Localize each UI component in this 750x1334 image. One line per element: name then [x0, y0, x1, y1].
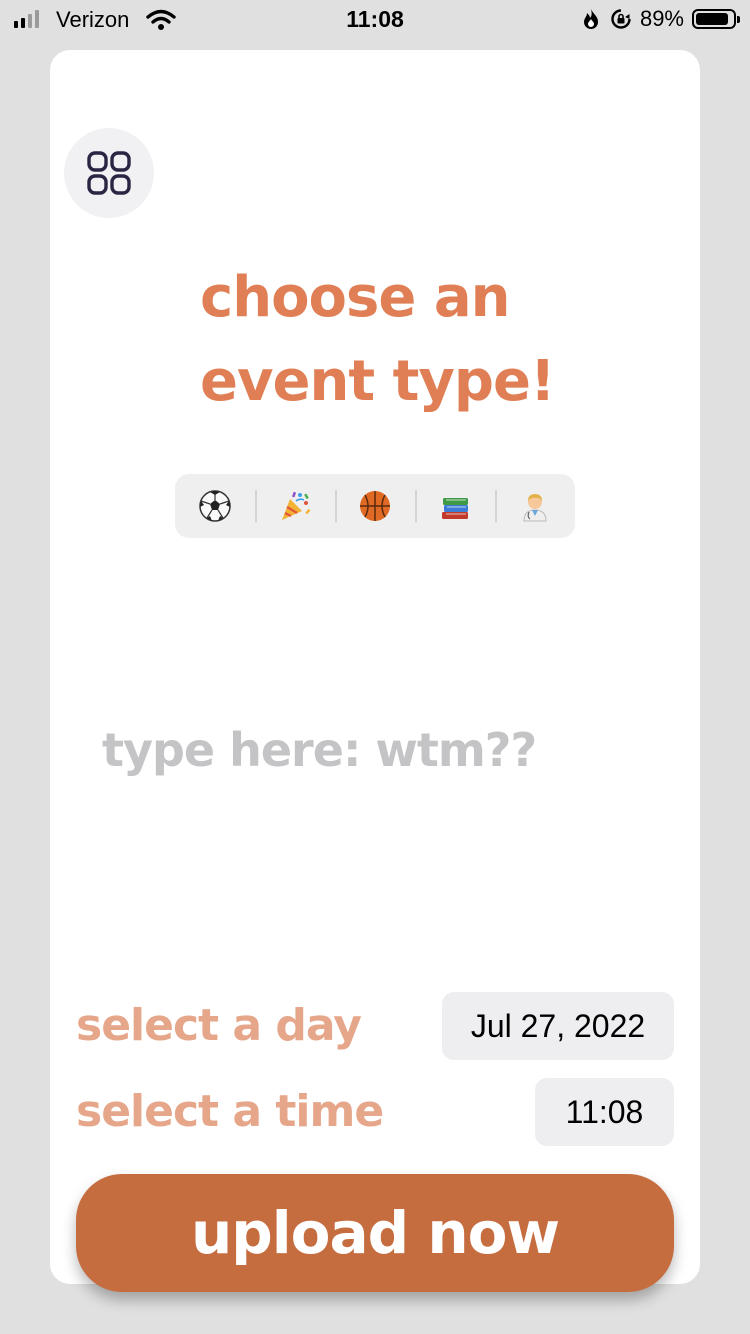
time-picker[interactable]: 11:08 — [535, 1078, 674, 1146]
rotation-lock-icon — [611, 9, 631, 29]
event-type-selector — [175, 474, 575, 538]
battery-icon — [692, 9, 740, 29]
page-title: choose an event type! — [200, 256, 640, 424]
event-description-input[interactable] — [100, 722, 664, 778]
select-day-label: select a day — [76, 1000, 362, 1051]
page-title-line-1: choose an — [200, 265, 510, 330]
date-picker[interactable]: Jul 27, 2022 — [442, 992, 674, 1060]
event-type-study[interactable] — [415, 474, 495, 538]
event-card: choose an event type! type here: wtm?? s… — [50, 50, 700, 1284]
event-type-party[interactable] — [255, 474, 335, 538]
menu-button[interactable] — [64, 128, 154, 218]
basketball-icon — [360, 491, 390, 521]
select-time-label: select a time — [76, 1086, 384, 1137]
page-title-line-2: event type! — [200, 349, 555, 414]
party-popper-icon — [282, 491, 311, 520]
event-type-health[interactable] — [495, 474, 575, 538]
books-icon — [442, 498, 468, 519]
grid-icon — [87, 151, 131, 195]
event-type-soccer[interactable] — [175, 474, 255, 538]
upload-button[interactable]: upload now — [76, 1174, 674, 1292]
event-type-basketball[interactable] — [335, 474, 415, 538]
doctor-icon — [523, 494, 547, 522]
soccer-ball-icon — [199, 490, 231, 522]
flame-icon — [583, 9, 598, 29]
battery-percent: 89% — [639, 6, 684, 31]
status-bar: Verizon 11:08 89% — [0, 0, 750, 40]
